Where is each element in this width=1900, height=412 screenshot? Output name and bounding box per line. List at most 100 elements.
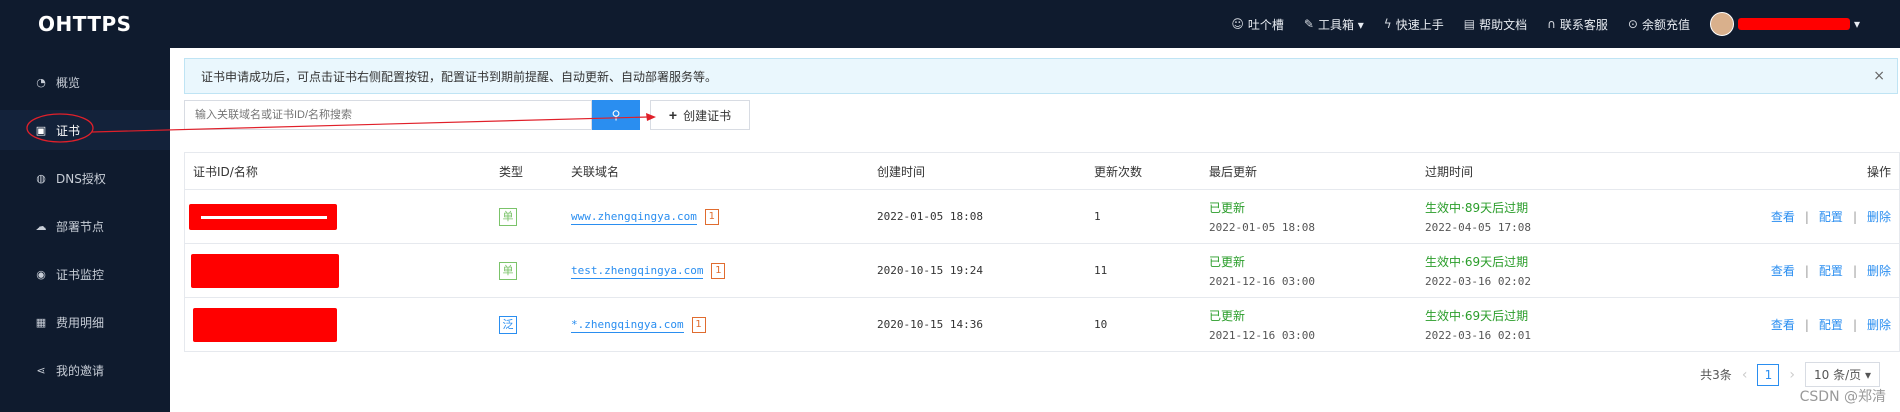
- config-link[interactable]: 配置: [1819, 316, 1843, 333]
- created-time: 2022-01-05 18:08: [877, 210, 983, 223]
- cert-name-redacted: [189, 190, 337, 243]
- col-expiry: 过期时间: [1425, 164, 1474, 179]
- page-size-select[interactable]: 10 条/页 ▾: [1805, 362, 1880, 387]
- sidebar-item-certificates[interactable]: ▣ 证书: [0, 110, 170, 150]
- feedback-link[interactable]: ☺ 吐个槽: [1231, 16, 1284, 33]
- separator: |: [1852, 317, 1857, 332]
- feedback-label: 吐个槽: [1247, 17, 1284, 32]
- certificate-icon: ▣: [35, 123, 47, 137]
- domain-link[interactable]: *.zhengqingya.com: [571, 317, 684, 333]
- watermark: CSDN @郑清: [1799, 389, 1886, 405]
- next-page-button[interactable]: ›: [1789, 367, 1795, 383]
- coin-icon: ⊙: [1627, 17, 1638, 31]
- toolbox-menu[interactable]: ✎ 工具箱 ▾: [1304, 16, 1364, 33]
- last-update-time: 2021-12-16 03:00: [1209, 275, 1315, 288]
- wrench-icon: ✎: [1303, 17, 1314, 31]
- domain-link[interactable]: www.zhengqingya.com: [571, 209, 697, 225]
- config-link[interactable]: 配置: [1819, 262, 1843, 279]
- cert-name-redacted: [191, 244, 339, 297]
- delete-link[interactable]: 删除: [1867, 262, 1891, 279]
- sidebar-item-label: 费用明细: [56, 315, 105, 330]
- close-icon[interactable]: ×: [1873, 68, 1885, 84]
- help-docs-label: 帮助文档: [1479, 17, 1528, 32]
- col-last-update: 最后更新: [1209, 164, 1258, 179]
- username-redacted: [1737, 18, 1850, 30]
- support-label: 联系客服: [1559, 17, 1608, 32]
- type-badge: 泛: [499, 315, 517, 334]
- prev-page-button[interactable]: ‹: [1742, 367, 1748, 383]
- lightning-icon: ϟ: [1383, 17, 1392, 31]
- cert-name-redacted: [193, 298, 337, 351]
- created-time: 2020-10-15 14:36: [877, 318, 983, 331]
- help-docs-link[interactable]: ▤ 帮助文档: [1464, 16, 1527, 33]
- expiry-time: 2022-03-16 02:01: [1425, 329, 1531, 342]
- last-update-time: 2021-12-16 03:00: [1209, 329, 1315, 342]
- page-number-current[interactable]: 1: [1757, 363, 1780, 386]
- renewal-count: 10: [1094, 318, 1108, 331]
- sidebar-item-label: 证书: [56, 123, 81, 138]
- sidebar-item-deploy-nodes[interactable]: ☁ 部署节点: [0, 206, 170, 246]
- sidebar-item-label: 部署节点: [56, 219, 105, 234]
- app-logo[interactable]: OHTTPS: [38, 12, 132, 36]
- dashboard-icon: ◔: [36, 75, 46, 89]
- view-link[interactable]: 查看: [1771, 316, 1795, 333]
- plus-icon: +: [668, 107, 678, 123]
- table-header: 证书ID/名称 类型 关联域名 创建时间 更新次数 最后更新 过期时间 操作: [185, 153, 1899, 190]
- sidebar-item-billing[interactable]: ▦ 费用明细: [0, 302, 170, 342]
- top-nav: ☺ 吐个槽 ✎ 工具箱 ▾ ϟ 快速上手 ▤ 帮助文档 ∩ 联系客服 ⊙ 余额充…: [1231, 0, 1860, 48]
- domain-count-badge[interactable]: 1: [711, 262, 726, 279]
- expiry-status: 生效中·89天后过期: [1425, 201, 1529, 215]
- expiry-status: 生效中·69天后过期: [1425, 309, 1529, 323]
- sidebar-item-monitor[interactable]: ◉ 证书监控: [0, 254, 170, 294]
- table-row: 泛 *.zhengqingya.com 1 2020-10-15 14:36 1…: [185, 298, 1899, 351]
- table-row: 单 test.zhengqingya.com 1 2020-10-15 19:2…: [185, 244, 1899, 298]
- expiry-time: 2022-04-05 17:08: [1425, 221, 1531, 234]
- domain-link[interactable]: test.zhengqingya.com: [571, 263, 704, 279]
- pagination: 共3条 ‹ 1 › 10 条/页 ▾: [1700, 362, 1880, 387]
- create-certificate-label: 创建证书: [683, 108, 732, 123]
- separator: |: [1804, 209, 1809, 224]
- domain-count-badge[interactable]: 1: [704, 208, 719, 225]
- created-time: 2020-10-15 19:24: [877, 264, 983, 277]
- separator: |: [1852, 209, 1857, 224]
- type-badge: 单: [499, 261, 517, 280]
- sidebar-item-invite[interactable]: ⋖ 我的邀请: [0, 350, 170, 390]
- sidebar-item-label: 概览: [56, 75, 81, 90]
- total-count: 共3条: [1700, 368, 1732, 382]
- sidebar-item-dns[interactable]: ◍ DNS授权: [0, 158, 170, 198]
- toolbox-label: 工具箱 ▾: [1317, 17, 1364, 32]
- bill-icon: ▦: [35, 315, 47, 329]
- view-link[interactable]: 查看: [1771, 208, 1795, 225]
- last-update-status: 已更新: [1209, 309, 1246, 323]
- sidebar-item-overview[interactable]: ◔ 概览: [0, 62, 170, 102]
- type-badge: 单: [499, 207, 517, 226]
- delete-link[interactable]: 删除: [1867, 316, 1891, 333]
- col-renewals: 更新次数: [1094, 164, 1143, 179]
- support-link[interactable]: ∩ 联系客服: [1547, 16, 1608, 33]
- view-link[interactable]: 查看: [1771, 262, 1795, 279]
- alert-text: 证书申请成功后，可点击证书右侧配置按钮，配置证书到期前提醒、自动更新、自动部署服…: [201, 69, 718, 84]
- search-button[interactable]: ⚲: [592, 100, 640, 130]
- sidebar: ◔ 概览 ▣ 证书 ◍ DNS授权 ☁ 部署节点 ◉ 证书监控 ▦ 费用明细 ⋖…: [0, 48, 170, 412]
- last-update-status: 已更新: [1209, 255, 1246, 269]
- quickstart-label: 快速上手: [1395, 17, 1444, 32]
- quickstart-link[interactable]: ϟ 快速上手: [1384, 16, 1444, 33]
- sidebar-item-label: DNS授权: [56, 171, 106, 186]
- col-domain: 关联域名: [571, 164, 620, 179]
- cloud-icon: ☁: [35, 219, 47, 233]
- last-update-time: 2022-01-05 18:08: [1209, 221, 1315, 234]
- recharge-link[interactable]: ⊙ 余额充值: [1628, 16, 1690, 33]
- domain-count-badge[interactable]: 1: [691, 316, 706, 333]
- user-menu[interactable]: ▾: [1709, 12, 1860, 36]
- chevron-down-icon: ▾: [1853, 17, 1860, 31]
- search-input[interactable]: [184, 100, 592, 130]
- config-link[interactable]: 配置: [1819, 208, 1843, 225]
- sidebar-item-label: 我的邀请: [56, 363, 105, 378]
- delete-link[interactable]: 删除: [1867, 208, 1891, 225]
- separator: |: [1852, 263, 1857, 278]
- create-certificate-button[interactable]: + 创建证书: [650, 100, 750, 130]
- avatar: [1709, 12, 1734, 36]
- col-type: 类型: [499, 164, 524, 179]
- share-icon: ⋖: [36, 363, 46, 377]
- recharge-label: 余额充值: [1641, 17, 1690, 32]
